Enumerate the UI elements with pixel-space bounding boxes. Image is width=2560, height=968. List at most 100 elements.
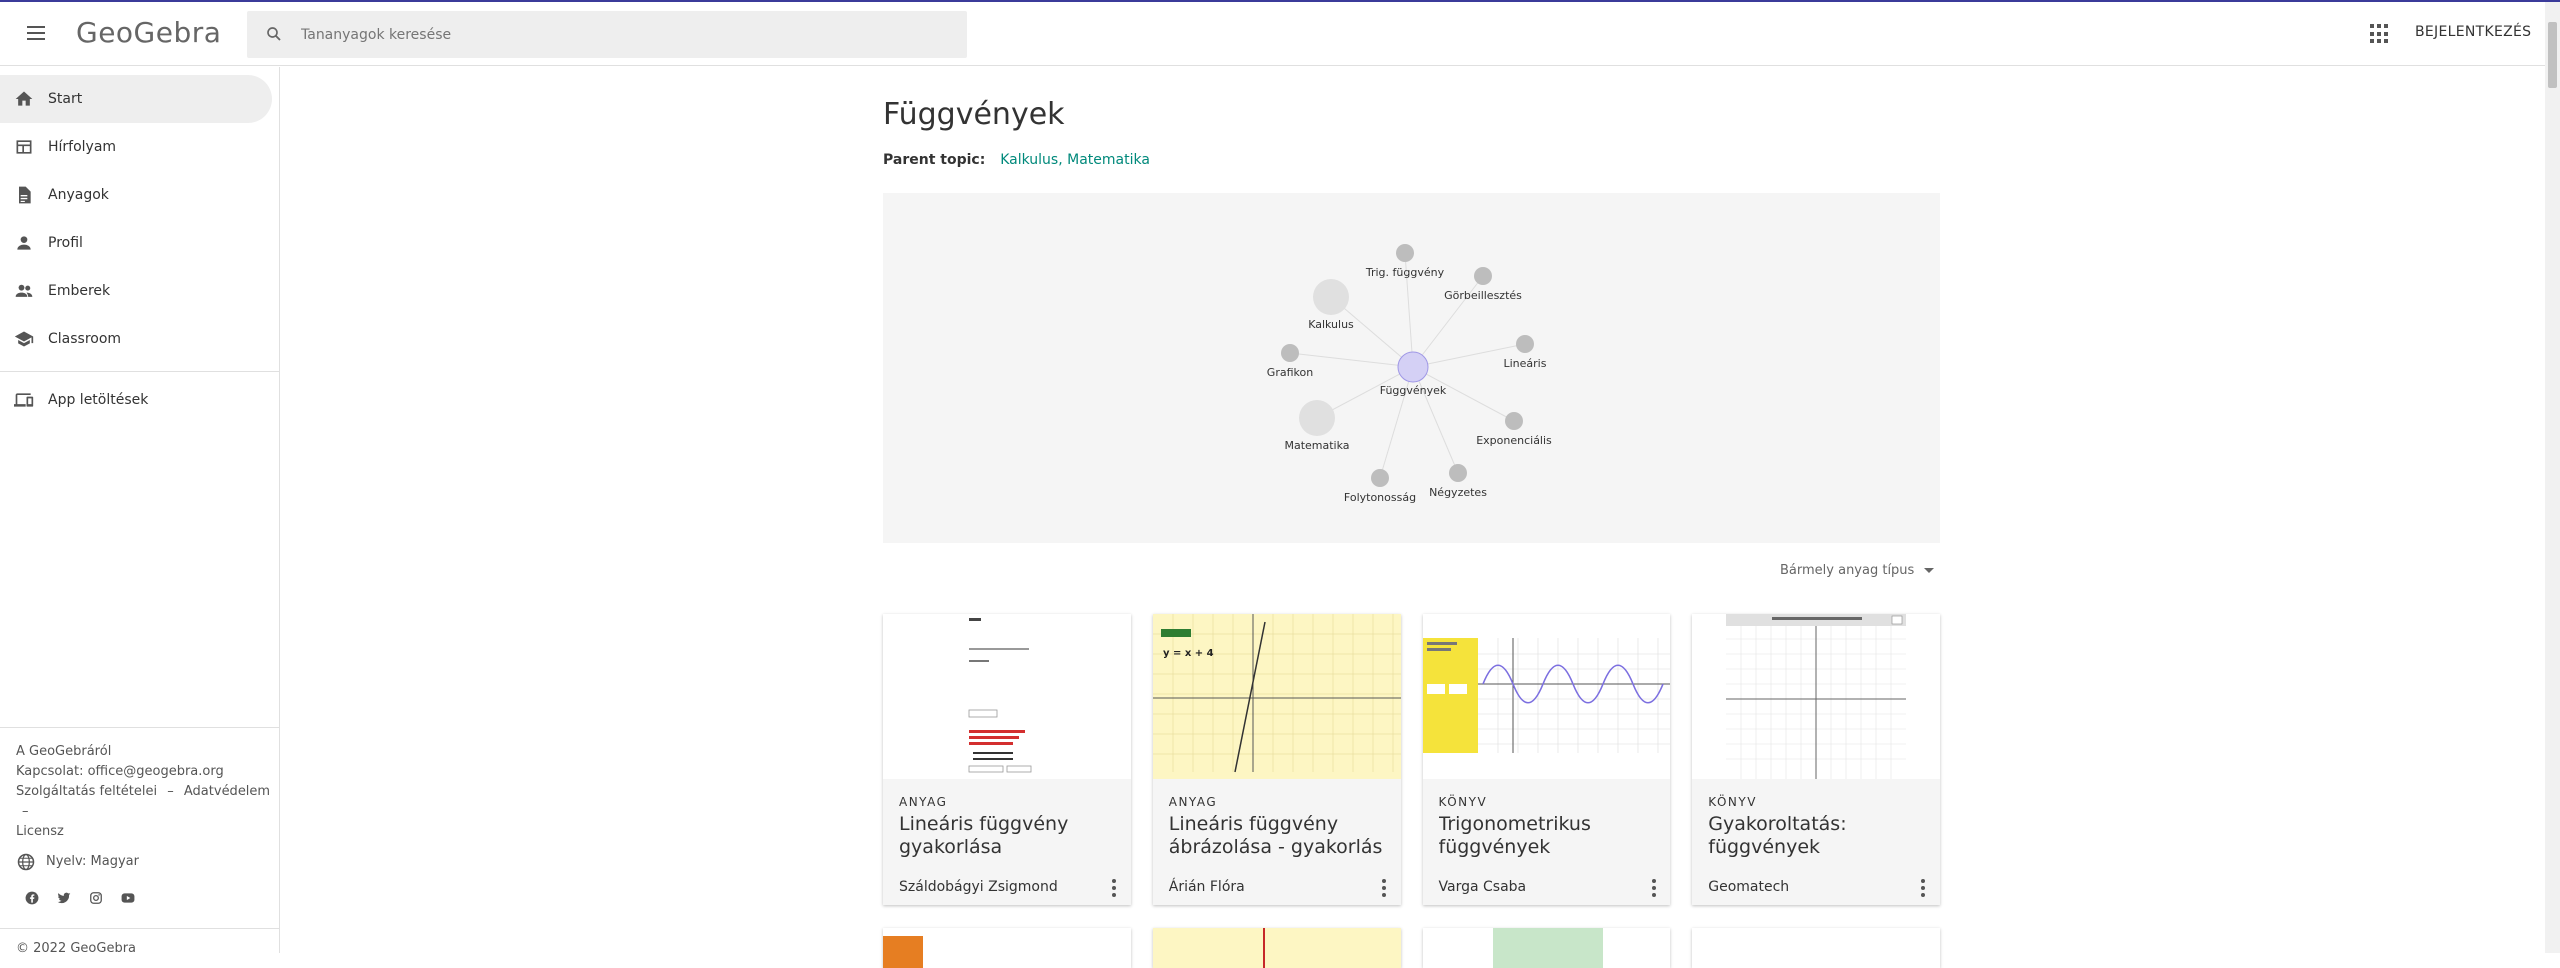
card-thumbnail: y = x + 4 <box>1152 614 1401 779</box>
sidebar-item-label: Start <box>48 91 83 107</box>
license-link[interactable]: Licensz <box>16 822 279 842</box>
person-icon <box>14 233 34 253</box>
sidebar-item-feed[interactable]: Hírfolyam <box>0 123 279 171</box>
sidebar-item-classroom[interactable]: Classroom <box>0 315 279 363</box>
sidebar-item-people[interactable]: Emberek <box>0 267 279 315</box>
parent-link-mathematics[interactable]: Matematika <box>1067 152 1150 168</box>
parent-topic: Parent topic: Kalkulus, Matematika <box>883 152 1150 168</box>
graph-node-label: Matematika <box>1284 439 1349 452</box>
material-card[interactable]: KÖNYV Gyakoroltatás: függvények ábrázolá… <box>1692 614 1940 905</box>
graph-node-calculus[interactable]: Kalkulus <box>1308 279 1354 331</box>
feed-icon <box>14 137 34 157</box>
devices-icon <box>14 390 34 410</box>
card-type: ANYAG <box>899 795 948 809</box>
card-thumbnail <box>1692 614 1940 779</box>
material-card[interactable]: ANYAG Lineáris függvény gyakorlása Száld… <box>883 614 1131 905</box>
instagram-icon[interactable] <box>86 888 106 908</box>
parent-link-separator: , <box>1058 152 1063 168</box>
parent-topic-label: Parent topic: <box>883 152 986 168</box>
card-author[interactable]: Árián Flóra <box>1169 879 1245 895</box>
graph-node-label: Grafikon <box>1267 366 1313 379</box>
sidebar-item-start[interactable]: Start <box>0 75 272 123</box>
search-bar[interactable] <box>247 11 967 58</box>
graph-node-label: Exponenciális <box>1476 434 1552 447</box>
youtube-icon[interactable] <box>118 888 138 908</box>
social-links <box>22 888 279 908</box>
menu-icon[interactable] <box>24 22 48 46</box>
graph-node-graph[interactable]: Grafikon <box>1267 344 1313 379</box>
sidebar-divider <box>0 371 279 372</box>
card-author[interactable]: Száldobágyi Zsigmond <box>899 879 1058 895</box>
card-type: KÖNYV <box>1438 795 1488 809</box>
card-title: Trigonometrikus függvények ábrázolása <box>1438 813 1591 861</box>
scrollbar[interactable] <box>2545 2 2560 953</box>
card-title: Lineáris függvény ábrázolása - gyakorlás <box>1168 813 1383 858</box>
facebook-icon[interactable] <box>22 888 42 908</box>
login-button[interactable]: BEJELENTKEZÉS <box>2415 24 2531 40</box>
sidebar-item-profile[interactable]: Profil <box>0 219 279 267</box>
material-card-partial[interactable] <box>1692 928 1940 968</box>
graph-node-label: Kalkulus <box>1308 318 1354 331</box>
search-input[interactable] <box>301 11 941 58</box>
graph-node-linear[interactable]: Lineáris <box>1504 335 1547 370</box>
contact-link[interactable]: Kapcsolat: office@geogebra.org <box>16 762 279 782</box>
home-icon <box>14 89 34 109</box>
card-thumbnail <box>1422 614 1671 779</box>
material-type-filter[interactable]: Bármely anyag típus <box>1780 563 1935 578</box>
apps-grid-icon[interactable] <box>2370 24 2390 44</box>
sidebar-item-label: Classroom <box>48 331 122 347</box>
graph-node-label: Függvények <box>1380 384 1447 397</box>
more-options-icon[interactable] <box>1111 879 1117 897</box>
terms-link[interactable]: Szolgáltatás feltételei <box>16 784 157 799</box>
card-author[interactable]: Varga Csaba <box>1439 879 1527 895</box>
more-options-icon[interactable] <box>1381 879 1387 897</box>
copyright: © 2022 GeoGebra <box>0 928 279 959</box>
more-options-icon[interactable] <box>1651 879 1657 897</box>
page-title: Függvények <box>883 97 1065 132</box>
card-title: Lineáris függvény gyakorlása <box>899 813 1069 858</box>
graph-node-exponential[interactable]: Exponenciális <box>1476 412 1552 447</box>
graph-node-label: Görbeillesztés <box>1444 289 1522 302</box>
globe-icon <box>17 853 35 871</box>
graph-node-trig[interactable]: Trig. függvény <box>1365 244 1445 279</box>
sidebar-item-materials[interactable]: Anyagok <box>0 171 279 219</box>
card-type: ANYAG <box>1168 795 1218 809</box>
sidebar-item-label: Emberek <box>48 283 111 299</box>
material-card[interactable]: y = x + 4 ANYAG Lineáris függvény ábrázo… <box>1152 614 1401 905</box>
parent-link-calculus[interactable]: Kalkulus <box>1000 152 1058 168</box>
card-author[interactable]: Geomatech <box>1708 879 1789 895</box>
graph-node-quadratic[interactable]: Négyzetes <box>1429 464 1487 499</box>
privacy-link[interactable]: Adatvédelem <box>184 784 270 799</box>
graph-node-curve-fitting[interactable]: Görbeillesztés <box>1444 267 1522 302</box>
graph-node-continuity[interactable]: Folytonosság <box>1344 469 1416 504</box>
more-options-icon[interactable] <box>1920 879 1926 897</box>
material-card-partial[interactable] <box>1422 928 1671 968</box>
sidebar-item-label: Profil <box>48 235 83 251</box>
filter-label: Bármely anyag típus <box>1780 563 1915 578</box>
materials-grid-row-2 <box>883 928 1940 968</box>
topic-graph: Trig. függvény Görbeillesztés Kalkulus L… <box>883 193 1940 543</box>
sidebar-item-label: Anyagok <box>48 187 109 203</box>
card-type: KÖNYV <box>1708 795 1757 809</box>
materials-grid: ANYAG Lineáris függvény gyakorlása Száld… <box>883 614 1940 905</box>
graph-node-label: Négyzetes <box>1429 486 1487 499</box>
language-label: Nyelv: Magyar <box>46 854 139 869</box>
twitter-icon[interactable] <box>54 888 74 908</box>
scrollbar-thumb[interactable] <box>2548 22 2557 88</box>
language-selector[interactable]: Nyelv: Magyar <box>16 850 279 874</box>
people-icon <box>14 281 34 301</box>
graph-node-center[interactable]: Függvények <box>1380 351 1447 397</box>
sidebar-item-app-downloads[interactable]: App letöltések <box>0 376 279 424</box>
graph-node-label: Trig. függvény <box>1365 266 1445 279</box>
material-card[interactable]: KÖNYV Trigonometrikus függvények ábrázol… <box>1422 614 1671 905</box>
material-card-partial[interactable] <box>883 928 1131 968</box>
search-icon <box>267 27 281 41</box>
thumb-equation: y = x + 4 <box>1163 648 1214 659</box>
geogebra-logo[interactable]: GeoGebra <box>76 16 221 49</box>
material-card-partial[interactable] <box>1152 928 1401 968</box>
sidebar-item-label: Hírfolyam <box>48 139 117 155</box>
graph-node-mathematics[interactable]: Matematika <box>1284 400 1350 452</box>
graph-node-label: Folytonosság <box>1344 491 1416 504</box>
card-meta: ANYAG Lineáris függvény ábrázolása - gya… <box>1152 779 1401 905</box>
about-link[interactable]: A GeoGebráról <box>16 742 279 762</box>
